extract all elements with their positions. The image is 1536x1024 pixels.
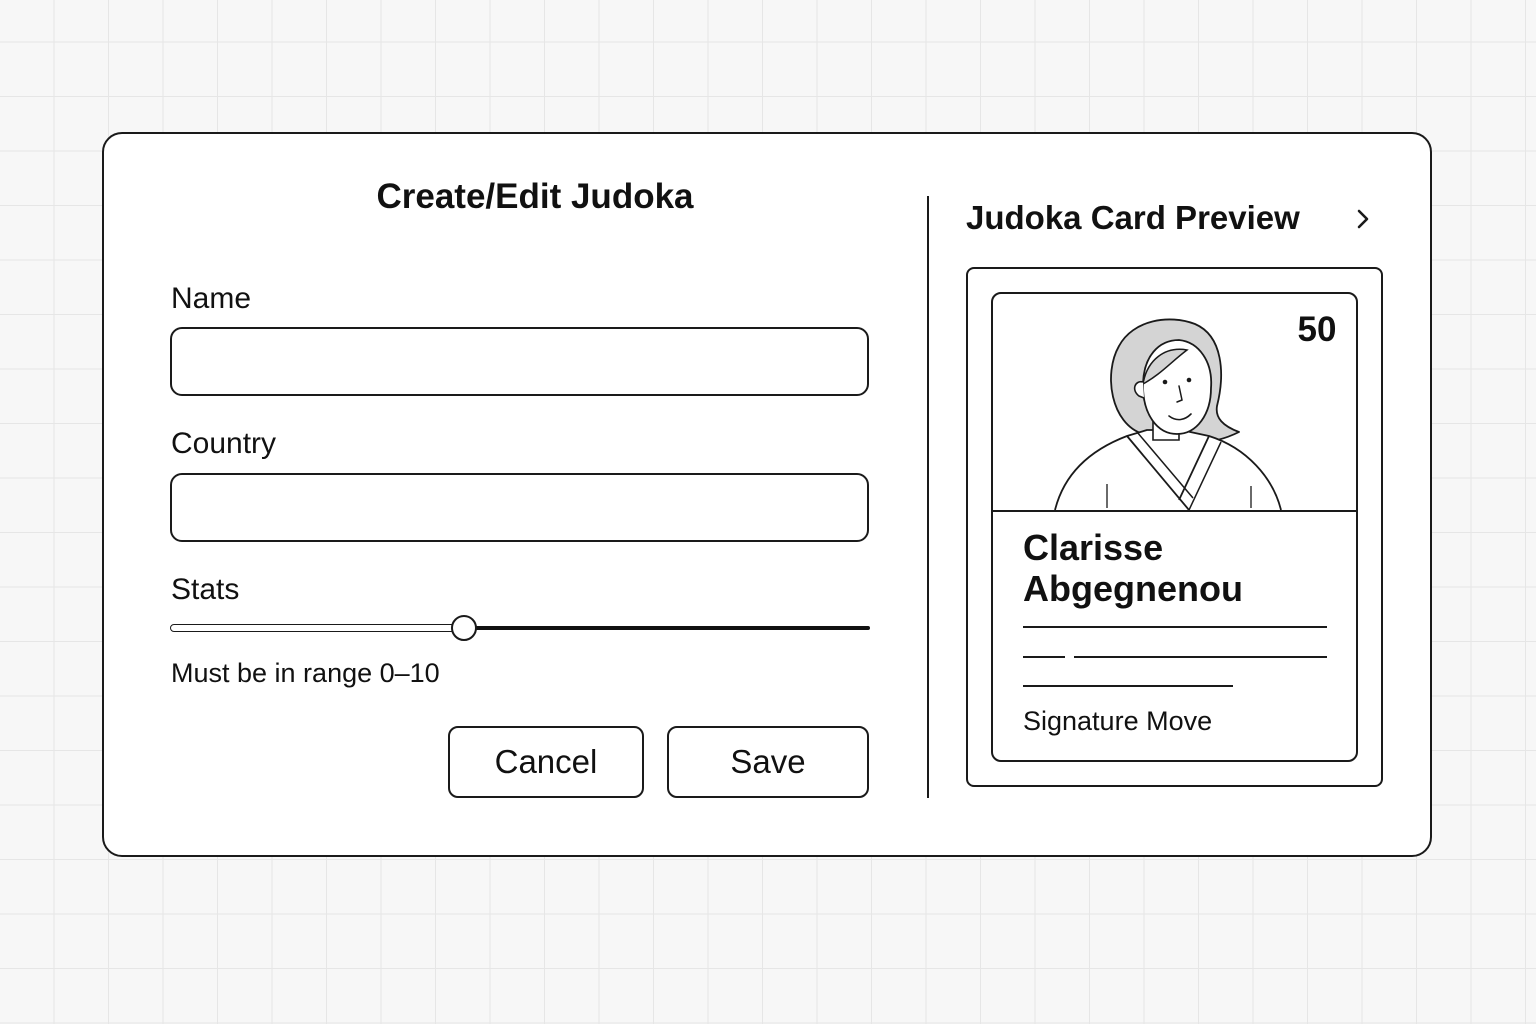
slider-track-fill[interactable] (464, 626, 870, 630)
cancel-button[interactable]: Cancel (448, 726, 644, 798)
card-placeholder-line (1023, 626, 1327, 628)
card-judoka-name: Clarisse Abgegnenou (1023, 527, 1243, 609)
stats-helper-text: Must be in range 0–10 (171, 658, 440, 688)
form-title: Create/Edit Judoka (376, 177, 694, 216)
stats-label: Stats (171, 573, 240, 606)
card-placeholder-line (1074, 656, 1327, 658)
name-label: Name (171, 282, 252, 315)
card-placeholder-line (1023, 685, 1233, 687)
country-label: Country (171, 427, 277, 460)
card-score: 50 (1297, 310, 1337, 349)
slider-track[interactable] (170, 624, 466, 632)
stats-slider[interactable] (170, 613, 871, 645)
chevron-right-icon[interactable] (1350, 203, 1378, 235)
card-name-line-2: Abgegnenou (1023, 568, 1243, 609)
slider-thumb[interactable] (451, 615, 477, 641)
card-placeholder-line (1023, 656, 1065, 658)
card-signature-move: Signature Move (1023, 706, 1213, 736)
card-name-line-1: Clarisse (1023, 527, 1164, 568)
preview-title: Judoka Card Preview (966, 199, 1300, 236)
save-button[interactable]: Save (667, 726, 869, 798)
name-input[interactable] (170, 327, 869, 396)
country-input[interactable] (170, 473, 869, 542)
panel-divider (927, 196, 929, 798)
card-separator (993, 510, 1356, 512)
